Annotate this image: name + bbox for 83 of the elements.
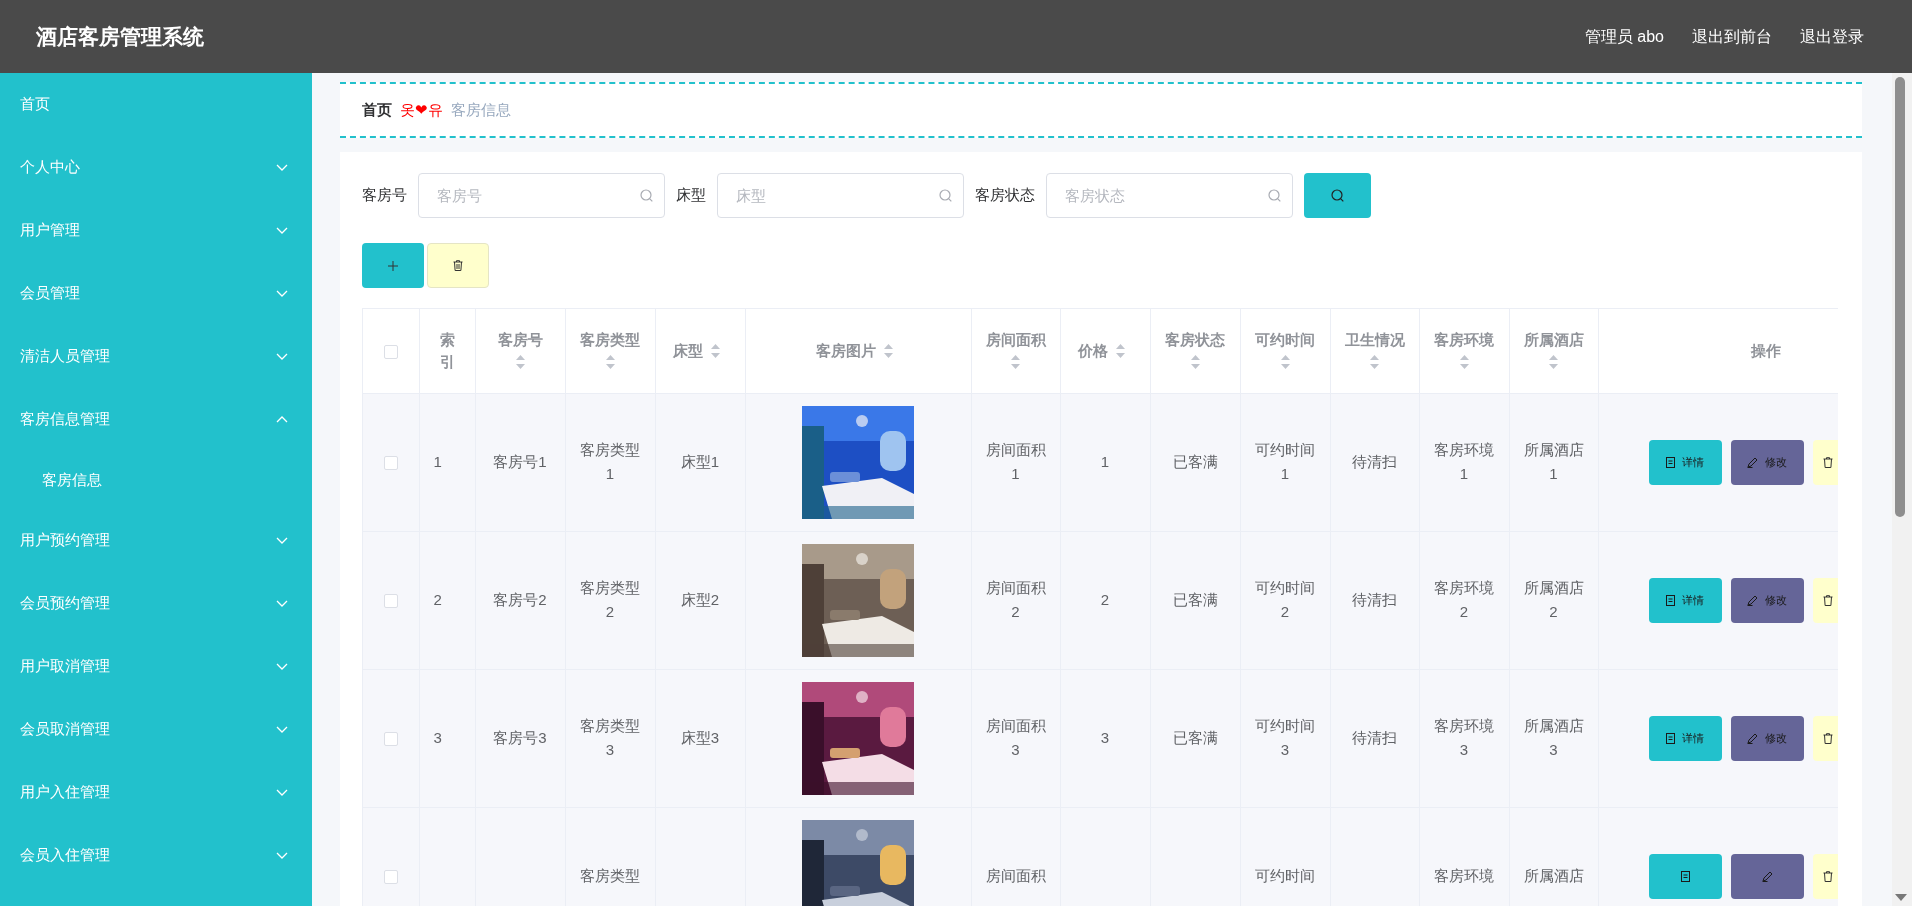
table-cell: 客房类型1 (580, 441, 640, 482)
table-cell: 可约时间2 (1255, 579, 1315, 620)
table-cell: 可约时间3 (1255, 717, 1315, 758)
column-header[interactable]: 客房图片 (816, 339, 876, 362)
field-label: 客房号 (362, 185, 407, 206)
field-label: 床型 (676, 185, 706, 206)
table-cell: 1 (1100, 453, 1110, 470)
table-cell: 床型1 (680, 453, 720, 470)
sidebar-item[interactable]: 会员入住管理 (0, 824, 312, 887)
table-cell: 已客满 (1172, 453, 1218, 470)
column-header[interactable]: 房间面积 (985, 328, 1046, 351)
table-cell: 客房号3 (493, 729, 547, 746)
table-cell: 可约时间1 (1255, 441, 1315, 482)
table-cell: 房间面积1 (985, 441, 1046, 482)
table-cell: 待清扫 (1352, 729, 1397, 746)
edit-button[interactable]: 修改 (1730, 577, 1804, 623)
sidebar-item[interactable]: 会员管理 (0, 262, 312, 325)
breadcrumb-separator: 옷❤유 (400, 99, 443, 120)
column-header[interactable]: 客房类型 (580, 328, 640, 351)
column-header[interactable]: 床型 (673, 339, 703, 362)
table-cell: 房间面积2 (985, 579, 1046, 620)
sidebar-item[interactable]: 清洁人员管理 (0, 325, 312, 388)
column-header[interactable]: 价格 (1078, 339, 1108, 362)
sidebar-subitem[interactable]: 客房信息 (0, 451, 312, 509)
table-cell: 待清扫 (1352, 591, 1397, 608)
app-title: 酒店客房管理系统 (36, 23, 204, 50)
header-link[interactable]: 退出到前台 (1692, 24, 1772, 49)
table-cell: 所属酒店 (1523, 867, 1584, 884)
table-cell: 房间面积3 (985, 717, 1046, 758)
field-label: 客房状态 (975, 185, 1035, 206)
sidebar-item[interactable]: 用户取消管理 (0, 635, 312, 698)
search-field[interactable]: 客房号 (418, 173, 665, 218)
search-field[interactable]: 床型 (717, 173, 964, 218)
table-cell: 客房类型2 (580, 579, 640, 620)
table-cell: 1 (433, 453, 442, 470)
edit-button[interactable]: 修改 (1730, 439, 1804, 485)
table-cell: 床型3 (680, 729, 720, 746)
breadcrumb-current: 客房信息 (451, 99, 511, 120)
sidebar-item[interactable]: 客房信息管理 (0, 388, 312, 451)
column-header: 操作 (1751, 340, 1781, 361)
table-cell: 已客满 (1172, 591, 1218, 608)
column-header[interactable]: 客房号 (497, 328, 543, 351)
column-header[interactable]: 所属酒店 (1523, 328, 1584, 351)
table-cell: 客房环境 (1434, 867, 1494, 884)
table-cell: 可约时间 (1255, 867, 1315, 884)
search-field[interactable]: 客房状态 (1046, 173, 1293, 218)
column-header[interactable]: 卫生情况 (1344, 328, 1405, 351)
sidebar-item[interactable]: 会员取消管理 (0, 698, 312, 761)
detail-button[interactable]: 详情 (1648, 577, 1722, 623)
table-cell: 已客满 (1172, 729, 1218, 746)
table-cell: 所属酒店1 (1523, 441, 1584, 482)
header-link[interactable]: 管理员 abo (1584, 24, 1664, 49)
detail-button[interactable]: 详情 (1648, 715, 1722, 761)
table-cell: 客房环境2 (1434, 579, 1494, 620)
table-cell: 客房环境1 (1434, 441, 1494, 482)
breadcrumb-link[interactable]: 首页 (362, 98, 392, 122)
table-cell: 待清扫 (1352, 453, 1397, 470)
table-cell: 客房号1 (493, 453, 547, 470)
table-cell: 客房号2 (493, 591, 547, 608)
sidebar-item[interactable]: 首页 (0, 73, 312, 136)
detail-button[interactable]: 详情 (1648, 439, 1722, 485)
table-cell: 所属酒店3 (1523, 717, 1584, 758)
edit-button[interactable]: 修改 (1730, 715, 1804, 761)
table-cell: 3 (433, 729, 442, 746)
header-link[interactable]: 退出登录 (1800, 24, 1864, 49)
column-header[interactable]: 客房环境 (1434, 328, 1494, 351)
table-cell: 客房类型3 (580, 717, 640, 758)
sidebar-item[interactable]: 用户入住管理 (0, 761, 312, 824)
sidebar-item[interactable]: 会员预约管理 (0, 572, 312, 635)
table-cell: 客房类型 (580, 867, 640, 884)
column-header[interactable]: 客房状态 (1165, 328, 1225, 351)
column-header[interactable]: 可约时间 (1255, 328, 1315, 351)
table-cell: 2 (433, 591, 442, 608)
sidebar-item[interactable]: 个人中心 (0, 136, 312, 199)
table-cell: 2 (1100, 591, 1110, 608)
table-cell: 床型2 (680, 591, 720, 608)
column-header: 索引 (438, 329, 456, 372)
table-cell: 所属酒店2 (1523, 579, 1584, 620)
sidebar-item[interactable]: 用户预约管理 (0, 509, 312, 572)
table-cell: 客房环境3 (1434, 717, 1494, 758)
sidebar-item[interactable]: 用户管理 (0, 199, 312, 262)
table-cell: 3 (1100, 729, 1110, 746)
table-cell: 房间面积 (985, 867, 1046, 884)
